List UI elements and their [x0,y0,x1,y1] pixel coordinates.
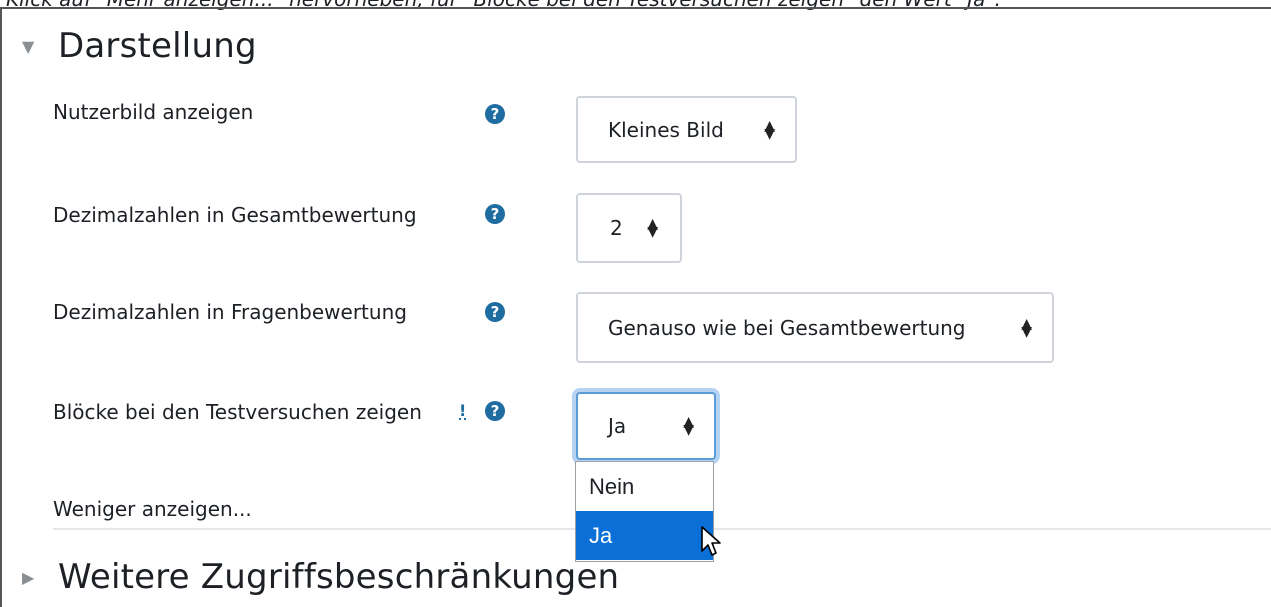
field-label: Nutzerbild anzeigen [53,100,254,124]
expand-caret-icon[interactable]: ▶ [22,568,44,587]
advanced-setting-marker-icon: ! [459,401,467,420]
help-icon-glyph: ? [490,205,500,223]
show-blocks-select[interactable]: Ja ▲ ▼ [576,392,716,460]
help-icon[interactable]: ? [485,302,505,322]
select-value: 2 [610,216,623,240]
help-icon-glyph: ? [490,303,500,321]
decimals-questions-select[interactable]: Genauso wie bei Gesamtbewertung ▲ ▼ [576,292,1054,363]
field-label: Blöcke bei den Testversuchen zeigen [53,400,422,424]
select-arrows-icon: ▲ ▼ [764,117,775,142]
help-icon[interactable]: ? [485,104,505,124]
collapse-caret-icon[interactable]: ▼ [22,37,44,56]
help-icon[interactable]: ? [485,401,505,421]
decimals-overall-select[interactable]: 2 ▲ ▼ [576,193,682,263]
help-icon[interactable]: ? [485,204,505,224]
help-icon-glyph: ? [490,105,500,123]
select-arrows-icon: ▲ ▼ [1021,315,1032,340]
dropdown-option-ja[interactable]: Ja [576,511,713,560]
select-arrows-icon: ▲ ▼ [647,216,658,240]
section-weitere-header[interactable]: ▶ Weitere Zugriffsbeschränkungen [22,557,619,597]
show-blocks-dropdown-list: Nein Ja [575,461,714,562]
section-title: Weitere Zugriffsbeschränkungen [58,557,620,597]
select-arrows-icon: ▲ ▼ [683,414,694,438]
field-label: Dezimalzahlen in Fragenbewertung [53,300,407,324]
user-image-select[interactable]: Kleines Bild ▲ ▼ [576,96,797,163]
select-value: Genauso wie bei Gesamtbewertung [608,315,966,340]
select-value: Kleines Bild [608,117,724,142]
show-less-link[interactable]: Weniger anzeigen... [53,497,252,521]
help-icon-glyph: ? [490,402,500,420]
select-value: Ja [608,414,627,438]
field-label: Dezimalzahlen in Gesamtbewertung [53,203,417,227]
section-title: Darstellung [58,26,257,66]
dropdown-option-nein[interactable]: Nein [576,462,713,511]
section-darstellung-header[interactable]: ▼ Darstellung [22,26,257,66]
mouse-pointer-icon [701,526,721,556]
